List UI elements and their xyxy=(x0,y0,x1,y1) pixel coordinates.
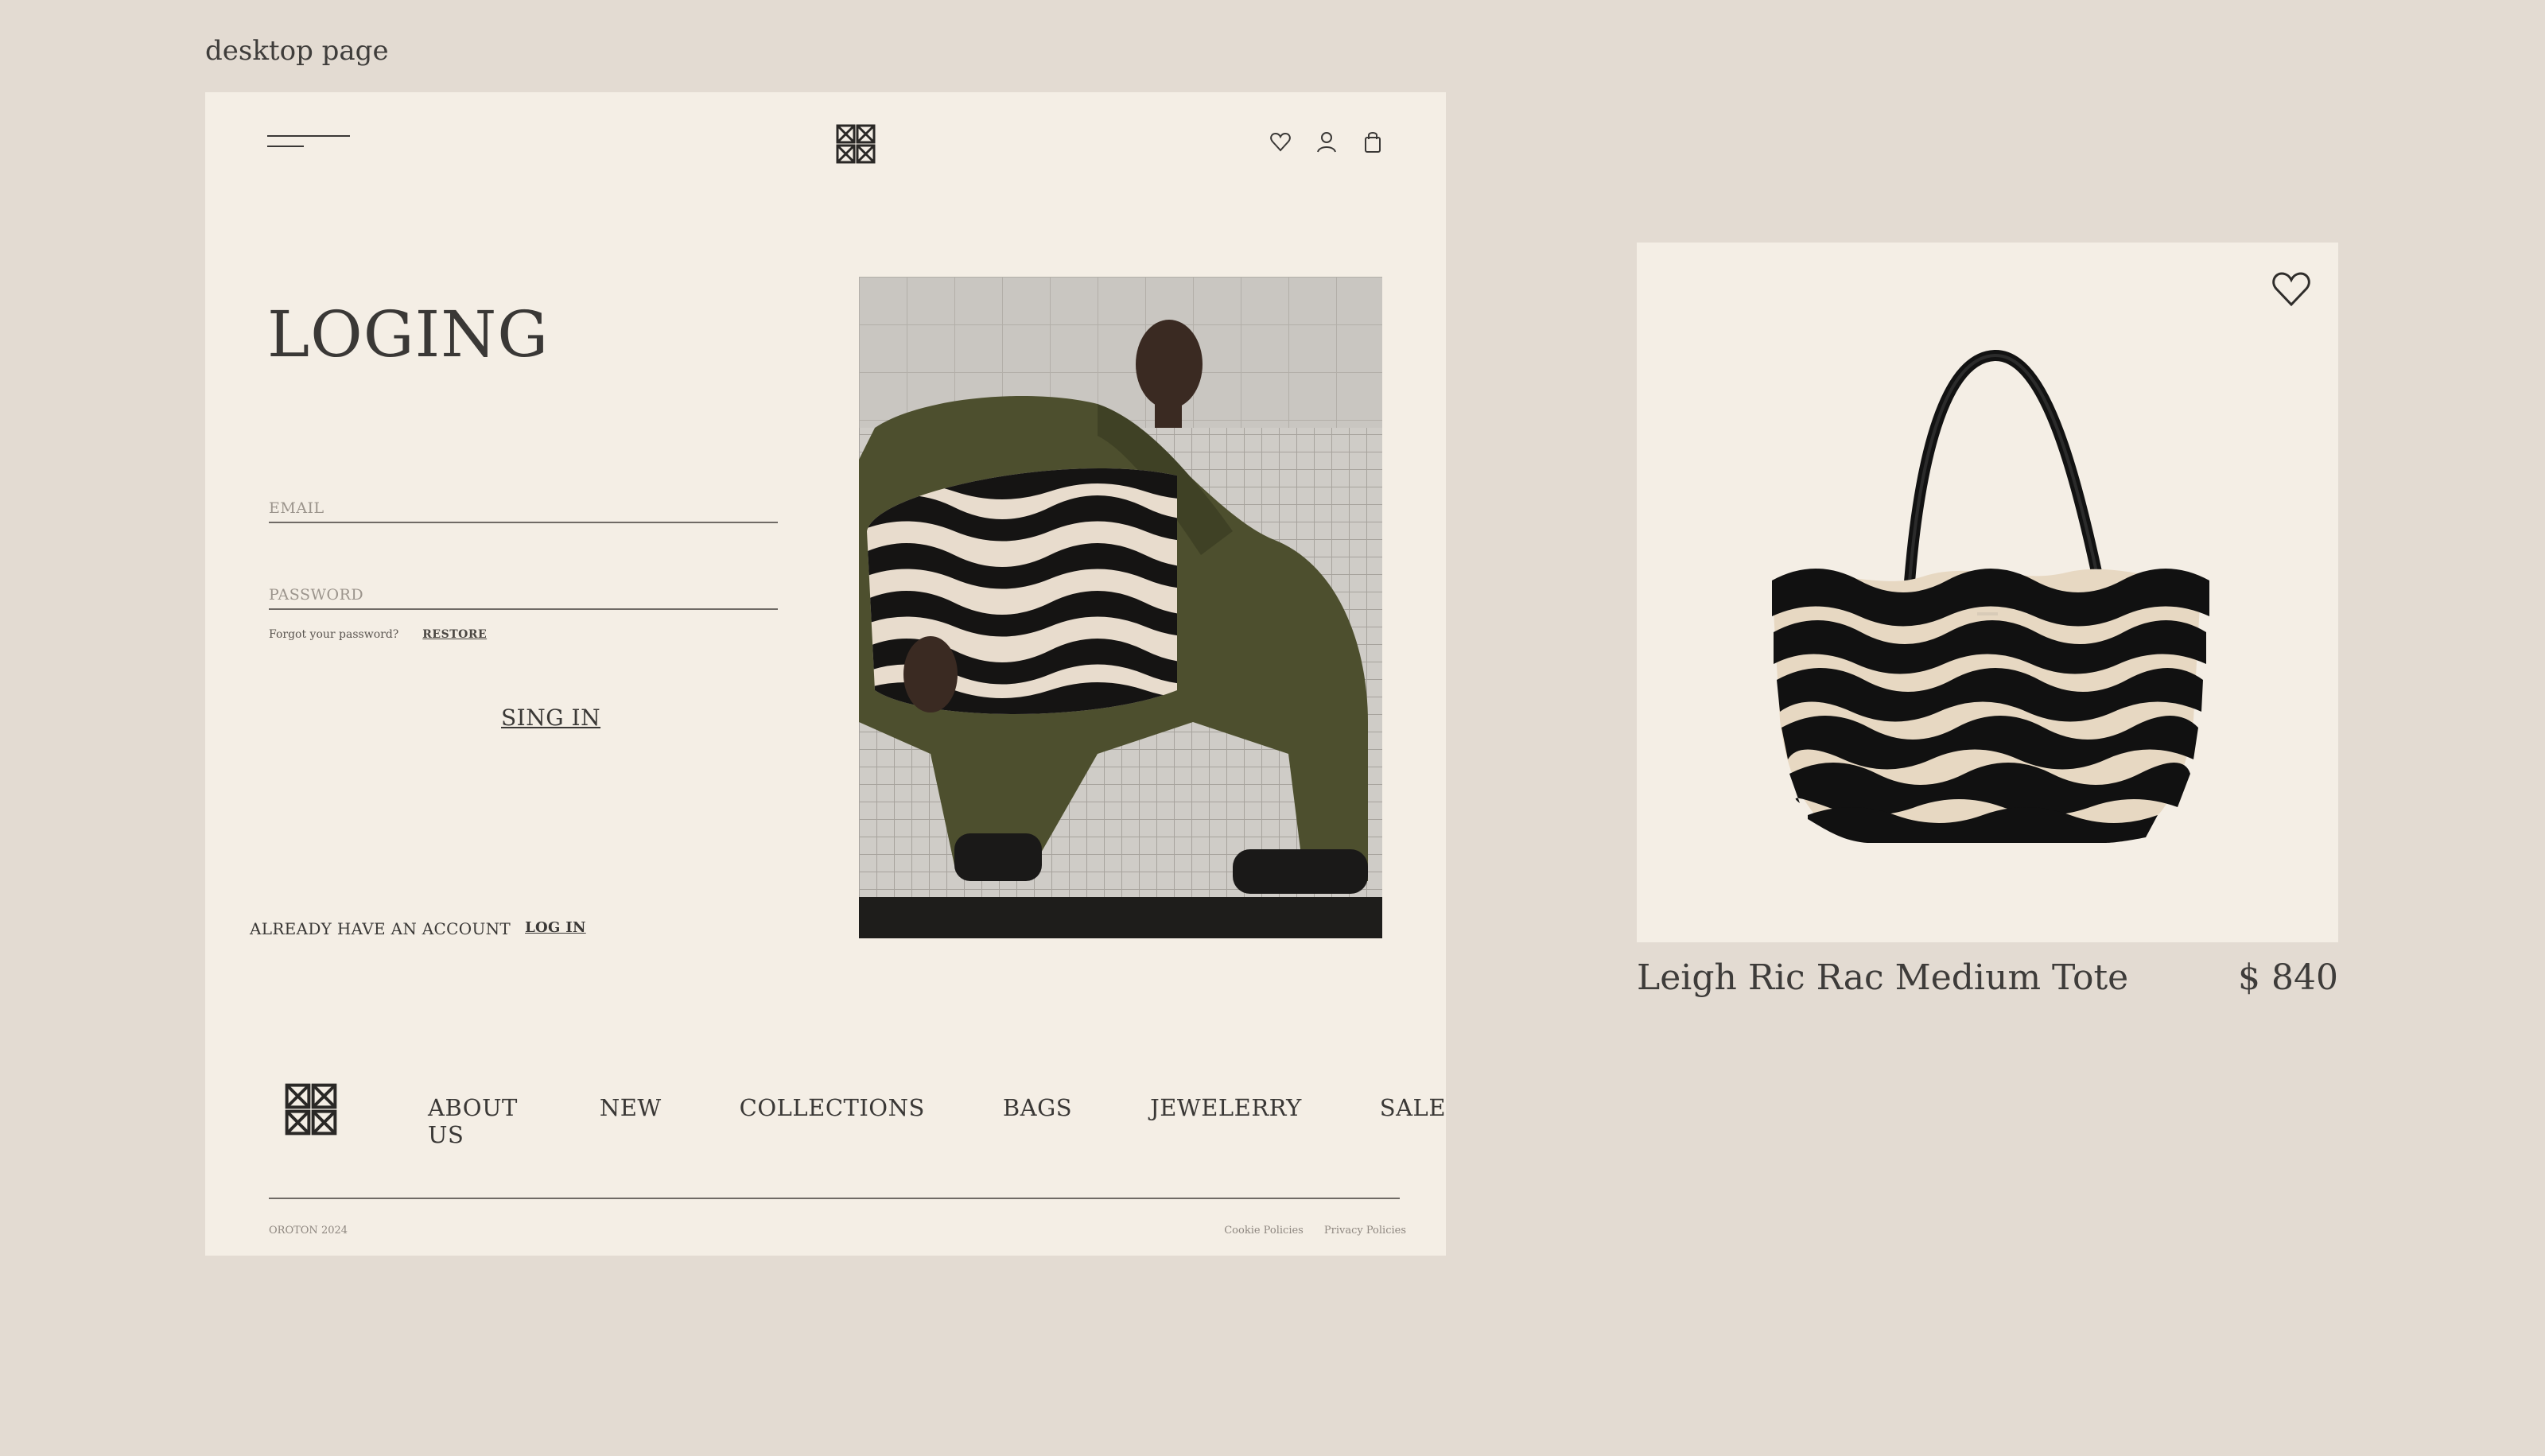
footer-logo[interactable] xyxy=(285,1083,337,1136)
forgot-password-row: Forgot your password? RESTORE xyxy=(269,628,487,641)
email-field[interactable] xyxy=(269,495,778,523)
footer-divider xyxy=(269,1198,1400,1199)
wishlist-heart-icon[interactable] xyxy=(2271,271,2311,308)
nav-jewelerry[interactable]: JEWELERRY xyxy=(1150,1094,1302,1148)
product-image[interactable] xyxy=(1637,243,2338,942)
brand-logo[interactable] xyxy=(836,124,876,164)
privacy-policies-link[interactable]: Privacy Policies xyxy=(1324,1225,1406,1237)
legal-links: Cookie Policies Privacy Policies xyxy=(1224,1225,1406,1237)
page-title: LOGING xyxy=(267,297,550,371)
hero-photo xyxy=(859,277,1382,938)
password-field-wrap xyxy=(269,581,778,610)
bag-icon[interactable] xyxy=(1362,130,1384,154)
sign-in-button[interactable]: SING IN xyxy=(501,705,600,731)
header-icons xyxy=(1269,130,1384,154)
product-price: $ 840 xyxy=(2238,957,2338,998)
nav-bags[interactable]: BAGS xyxy=(1003,1094,1072,1148)
log-in-link[interactable]: LOG IN xyxy=(525,919,586,938)
nav-about-us[interactable]: ABOUT US xyxy=(428,1094,522,1148)
cookie-policies-link[interactable]: Cookie Policies xyxy=(1224,1225,1304,1237)
password-field[interactable] xyxy=(269,581,778,610)
restore-link[interactable]: RESTORE xyxy=(422,628,487,641)
account-text: ALREADY HAVE AN ACCOUNT xyxy=(250,919,511,938)
account-row: ALREADY HAVE AN ACCOUNT LOG IN xyxy=(250,919,586,938)
copyright-text: OROTON 2024 xyxy=(269,1225,348,1237)
footer-nav: ABOUT US NEW COLLECTIONS BAGS JEWELERRY … xyxy=(428,1094,1446,1148)
canvas-label: desktop page xyxy=(205,35,389,67)
menu-icon[interactable] xyxy=(267,134,350,149)
heart-icon[interactable] xyxy=(1269,130,1292,154)
email-field-wrap xyxy=(269,495,778,523)
product-name[interactable]: Leigh Ric Rac Medium Tote xyxy=(1637,957,2128,998)
user-icon[interactable] xyxy=(1315,130,1338,154)
nav-collections[interactable]: COLLECTIONS xyxy=(740,1094,925,1148)
desktop-page-frame: LOGING Forgot your password? RESTORE SIN… xyxy=(205,92,1446,1256)
forgot-password-text: Forgot your password? xyxy=(269,628,399,641)
nav-new[interactable]: NEW xyxy=(600,1094,662,1148)
nav-sale[interactable]: SALE xyxy=(1380,1094,1446,1148)
